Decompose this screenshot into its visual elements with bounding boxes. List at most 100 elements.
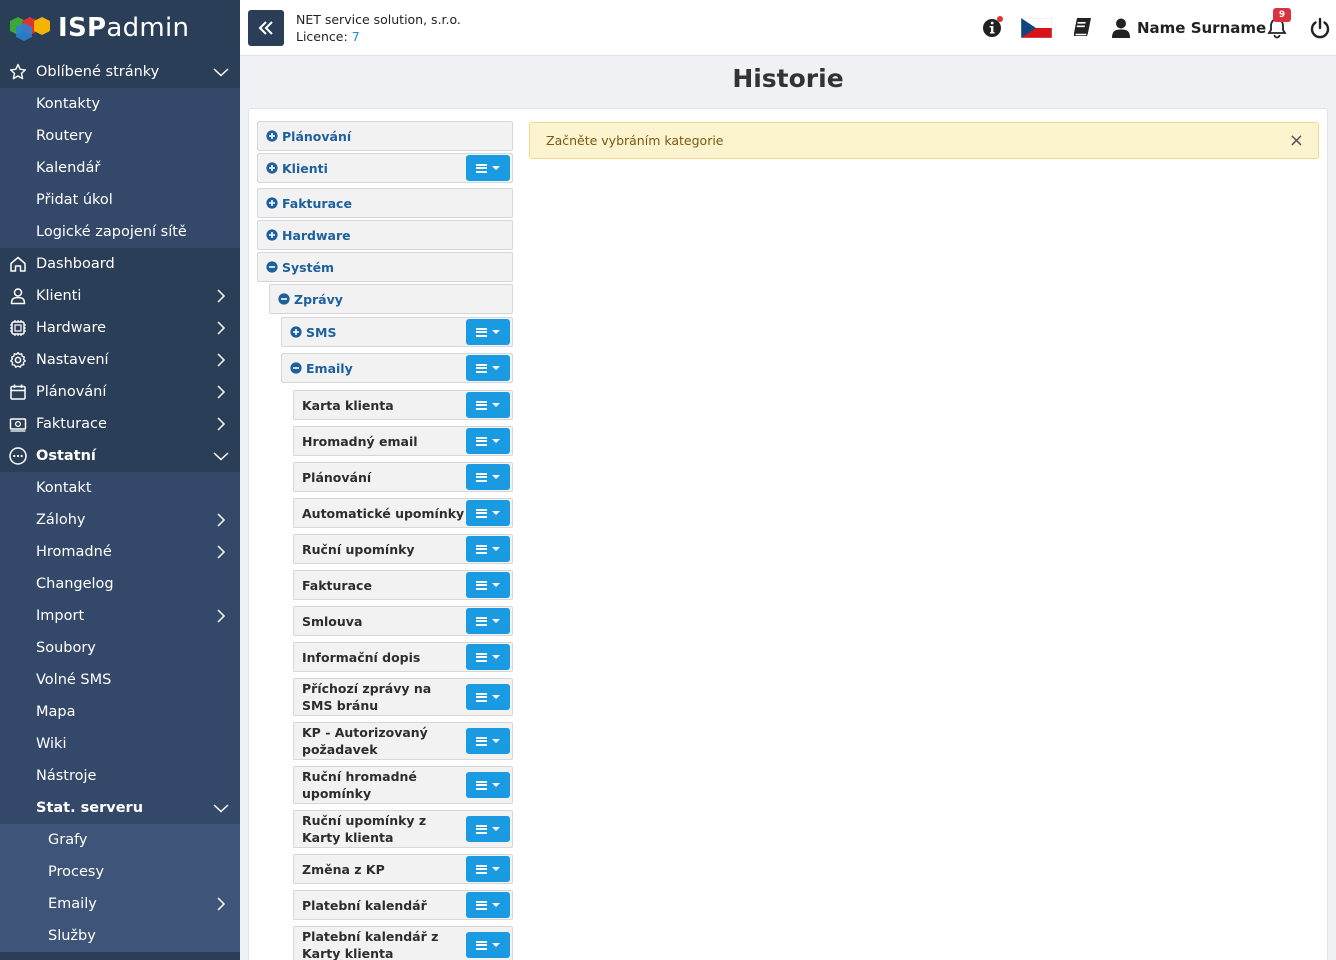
tree-node-platebni-kalendar-z-karty-klienta[interactable]: Platební kalendář z Karty klienta (293, 926, 513, 960)
tree-node-menu-button[interactable] (466, 392, 510, 418)
tree-node-fakturace[interactable]: Fakturace (293, 570, 513, 600)
tree-node-menu-button[interactable] (466, 892, 510, 918)
tree-node-informacni-dopis[interactable]: Informační dopis (293, 642, 513, 672)
collapse-minus-icon[interactable] (266, 261, 278, 273)
user-name[interactable]: Name Surname (1137, 19, 1266, 37)
sidebar-item-soubory[interactable]: Soubory (0, 632, 240, 664)
tree-node-emaily[interactable]: Emaily (281, 353, 513, 383)
licence-value[interactable]: 7 (352, 29, 360, 44)
tree-node-menu-button[interactable] (466, 608, 510, 634)
book-icon[interactable] (1072, 16, 1092, 38)
tree-node-menu-button[interactable] (466, 932, 510, 958)
alert-close-button[interactable]: × (1289, 132, 1304, 150)
sidebar-item-kontakty[interactable]: Kontakty (0, 88, 240, 120)
tree-node-automaticke-upominky[interactable]: Automatické upomínky (293, 498, 513, 528)
sidebar-item-mapa[interactable]: Mapa (0, 696, 240, 728)
sidebar-item-routery[interactable]: Routery (0, 120, 240, 152)
tree-node-kp-autorizovany-pozadavek[interactable]: KP - Autorizovaný požadavek (293, 722, 513, 760)
collapse-minus-icon[interactable] (290, 362, 302, 374)
sidebar-item-label: Routery (36, 128, 93, 144)
sidebar-item-kontakt[interactable]: Kontakt (0, 472, 240, 504)
tree-node-menu-button[interactable] (466, 319, 510, 345)
tree-node-sms[interactable]: SMS (281, 317, 513, 347)
tree-node-prichozi-zpravy-na-sms-branu[interactable]: Příchozí zprávy na SMS bránu (293, 678, 513, 716)
tree-node-menu-button[interactable] (466, 536, 510, 562)
tree-node-rucni-upominky-z-karty-klienta[interactable]: Ruční upomínky z Karty klienta (293, 810, 513, 848)
sidebar-item-nastroje[interactable]: Nástroje (0, 760, 240, 792)
sidebar-item-grafy[interactable]: Grafy (0, 824, 240, 856)
tree-node-menu-button[interactable] (466, 428, 510, 454)
expand-plus-icon[interactable] (266, 197, 278, 209)
logo[interactable]: ISPadmin (0, 0, 240, 56)
sidebar-item-fakturace[interactable]: Fakturace (0, 408, 240, 440)
sidebar-item-planovani[interactable]: Plánování (0, 376, 240, 408)
sidebar-item-hromadne[interactable]: Hromadné (0, 536, 240, 568)
sidebar-item-kalendar[interactable]: Kalendář (0, 152, 240, 184)
sidebar-item-nastaveni[interactable]: Nastavení (0, 344, 240, 376)
tree-node-menu-button[interactable] (466, 728, 510, 754)
tree-node-rucni-upominky[interactable]: Ruční upomínky (293, 534, 513, 564)
tree-node-menu-button[interactable] (466, 644, 510, 670)
sidebar-item-volne-sms[interactable]: Volné SMS (0, 664, 240, 696)
tree-node-menu-button[interactable] (466, 355, 510, 381)
sidebar-item-oblibene-stranky[interactable]: Oblíbené stránky (0, 56, 240, 88)
calendar-icon (10, 384, 26, 400)
tree-node-menu-button[interactable] (466, 772, 510, 798)
tree-node-klienti[interactable]: Klienti (257, 153, 513, 183)
sidebar-item-label: Mapa (36, 704, 76, 720)
home-icon-wrap (0, 255, 36, 273)
tree-node-karta-klienta[interactable]: Karta klienta (293, 390, 513, 420)
sidebar-item-changelog[interactable]: Changelog (0, 568, 240, 600)
sidebar-item-sluzby[interactable]: Služby (0, 920, 240, 952)
sidebar-item-dashboard[interactable]: Dashboard (0, 248, 240, 280)
tree-node-label: Ruční hromadné upomínky (302, 769, 417, 801)
tree-node-menu-button[interactable] (466, 816, 510, 842)
sidebar-item-ostatni[interactable]: Ostatní (0, 440, 240, 472)
tree-node-menu-button[interactable] (466, 155, 510, 181)
caret-down-icon (492, 655, 500, 659)
star-icon (9, 63, 27, 80)
sidebar-item-label: Hardware (36, 320, 107, 336)
tree-node-menu-button[interactable] (466, 856, 510, 882)
tree-node-planovani[interactable]: Plánování (257, 121, 513, 151)
sidebar-item-pridat-ukol[interactable]: Přidat úkol (0, 184, 240, 216)
tree-node-menu-button[interactable] (466, 500, 510, 526)
collapse-sidebar-button[interactable] (248, 10, 284, 46)
expand-plus-icon[interactable] (266, 162, 278, 174)
sidebar-item-zalohy[interactable]: Zálohy (0, 504, 240, 536)
power-icon[interactable] (1309, 17, 1331, 39)
sidebar-item-procesy[interactable]: Procesy (0, 856, 240, 888)
tree-node-smlouva[interactable]: Smlouva (293, 606, 513, 636)
expand-plus-icon[interactable] (266, 229, 278, 241)
tree-node-zpravy[interactable]: Zprávy (269, 284, 513, 314)
tree-node-fakturace[interactable]: Fakturace (257, 188, 513, 218)
tree-node-zmena-z-kp[interactable]: Změna z KP (293, 854, 513, 884)
sidebar-item-label: Klienti (36, 288, 82, 304)
sidebar-item-wiki[interactable]: Wiki (0, 728, 240, 760)
user-icon[interactable] (1111, 18, 1131, 38)
sidebar-item-klienti[interactable]: Klienti (0, 280, 240, 312)
list-icon (476, 363, 487, 373)
sidebar-item-stat-serveru[interactable]: Stat. serveru (0, 792, 240, 824)
tree-node-hromadny-email[interactable]: Hromadný email (293, 426, 513, 456)
chevron-right-icon (217, 289, 226, 303)
chevron-right-icon (217, 609, 226, 623)
expand-plus-icon[interactable] (266, 130, 278, 142)
sidebar-item-label: Kontakt (36, 480, 92, 496)
sidebar-item-emaily[interactable]: Emaily (0, 888, 240, 920)
tree-node-menu-button[interactable] (466, 464, 510, 490)
tree-node-menu-button[interactable] (466, 684, 510, 710)
sidebar-item-hardware[interactable]: Hardware (0, 312, 240, 344)
tree-node-platebni-kalendar[interactable]: Platební kalendář (293, 890, 513, 920)
collapse-minus-icon[interactable] (278, 293, 290, 305)
czech-flag-icon[interactable] (1021, 18, 1052, 38)
tree-node-planovani[interactable]: Plánování (293, 462, 513, 492)
expand-plus-icon[interactable] (290, 326, 302, 338)
info-icon[interactable] (982, 16, 1004, 38)
tree-node-system[interactable]: Systém (257, 252, 513, 282)
sidebar-item-logicke-zapojeni-site[interactable]: Logické zapojení sítě (0, 216, 240, 248)
tree-node-rucni-hromadne-upominky[interactable]: Ruční hromadné upomínky (293, 766, 513, 804)
sidebar-item-import[interactable]: Import (0, 600, 240, 632)
tree-node-hardware[interactable]: Hardware (257, 220, 513, 250)
tree-node-menu-button[interactable] (466, 572, 510, 598)
